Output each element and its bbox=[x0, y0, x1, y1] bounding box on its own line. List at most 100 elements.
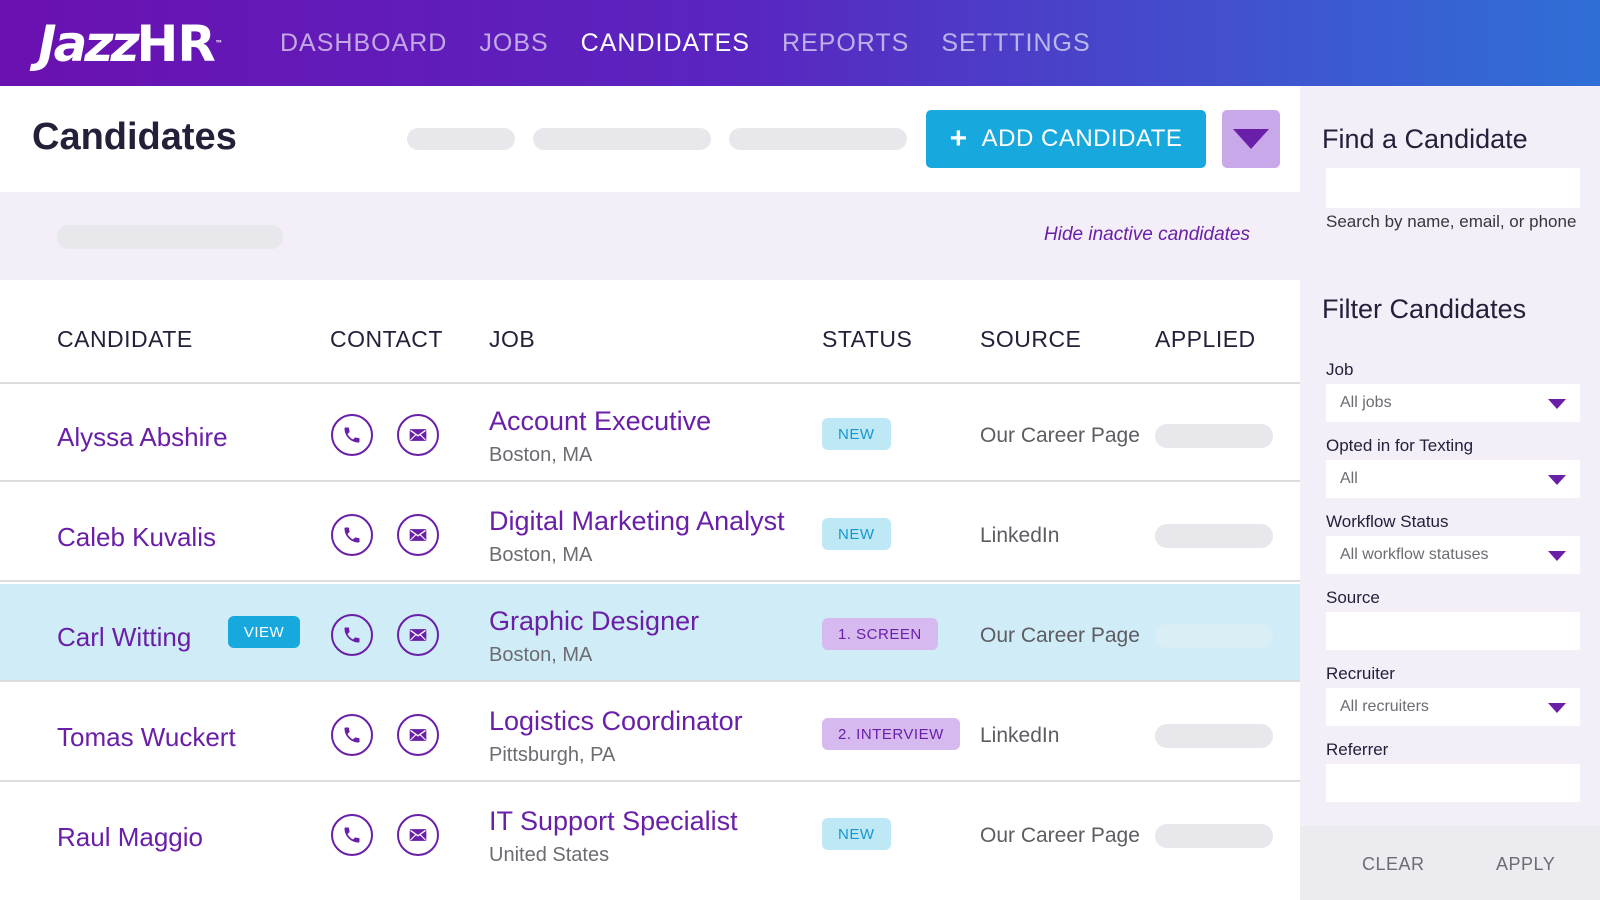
filter-panel-footer: CLEAR APPLY bbox=[1300, 826, 1600, 900]
job-location: Boston, MA bbox=[489, 544, 593, 566]
col-applied[interactable]: APPLIED bbox=[1155, 326, 1256, 353]
texting-filter-select[interactable]: All bbox=[1326, 460, 1580, 498]
candidate-name[interactable]: Alyssa Abshire bbox=[57, 422, 228, 453]
nav-jobs[interactable]: JOBS bbox=[479, 29, 548, 58]
source-text: Our Career Page bbox=[980, 424, 1140, 447]
job-location: Pittsburgh, PA bbox=[489, 744, 616, 766]
table-header: CANDIDATE CONTACT JOB STATUS SOURCE APPL… bbox=[0, 300, 1300, 384]
email-button[interactable] bbox=[397, 614, 439, 656]
job-filter-select[interactable]: All jobs bbox=[1326, 384, 1580, 422]
logo-tm: ™ bbox=[214, 39, 223, 48]
chevron-down-icon bbox=[1548, 703, 1566, 713]
phone-icon bbox=[344, 427, 360, 443]
job-title[interactable]: IT Support Specialist bbox=[489, 806, 738, 837]
phone-button[interactable] bbox=[331, 814, 373, 856]
search-hint: Search by name, email, or phone bbox=[1326, 212, 1577, 231]
chevron-down-icon bbox=[1233, 129, 1269, 149]
email-button[interactable] bbox=[397, 714, 439, 756]
candidate-name[interactable]: Caleb Kuvalis bbox=[57, 522, 216, 553]
logo-hr: HR bbox=[136, 15, 216, 73]
candidate-name[interactable]: Tomas Wuckert bbox=[57, 722, 236, 753]
candidate-search-input[interactable] bbox=[1326, 168, 1580, 208]
referrer-filter-input[interactable] bbox=[1326, 764, 1580, 802]
email-button[interactable] bbox=[397, 814, 439, 856]
job-location: Boston, MA bbox=[489, 444, 593, 466]
texting-filter-label: Opted in for Texting bbox=[1326, 436, 1474, 455]
phone-button[interactable] bbox=[331, 514, 373, 556]
job-title[interactable]: Graphic Designer bbox=[489, 606, 699, 637]
placeholder-bar bbox=[533, 128, 711, 150]
table-row[interactable]: Raul Maggio IT Support Specialist United… bbox=[0, 784, 1300, 882]
apply-filters-button[interactable]: APPLY bbox=[1496, 854, 1555, 875]
add-candidate-label: ADD CANDIDATE bbox=[981, 125, 1183, 152]
filter-strip: Hide inactive candidates bbox=[0, 192, 1300, 280]
job-filter-value: All jobs bbox=[1340, 394, 1392, 411]
mail-icon bbox=[409, 729, 427, 741]
candidate-name[interactable]: Carl Witting bbox=[57, 622, 191, 653]
col-job[interactable]: JOB bbox=[489, 326, 535, 353]
mail-icon bbox=[409, 429, 427, 441]
mail-icon bbox=[409, 629, 427, 641]
table-row[interactable]: Carl Witting VIEW Graphic Designer Bosto… bbox=[0, 584, 1300, 682]
nav-dashboard[interactable]: DASHBOARD bbox=[280, 29, 447, 58]
email-button[interactable] bbox=[397, 414, 439, 456]
recruiter-filter-value: All recruiters bbox=[1340, 698, 1429, 715]
status-badge: 2. INTERVIEW bbox=[822, 718, 960, 750]
filter-candidates-title: Filter Candidates bbox=[1322, 294, 1527, 324]
candidate-name[interactable]: Raul Maggio bbox=[57, 822, 203, 853]
job-location: United States bbox=[489, 844, 610, 866]
clear-filters-button[interactable]: CLEAR bbox=[1362, 854, 1425, 875]
filter-panel: Find a Candidate Search by name, email, … bbox=[1300, 86, 1600, 900]
workflow-filter-value: All workflow statuses bbox=[1340, 546, 1489, 563]
logo-jazz: Jazz bbox=[38, 15, 140, 73]
col-candidate[interactable]: CANDIDATE bbox=[57, 326, 193, 353]
applied-placeholder bbox=[1155, 424, 1273, 448]
table-row[interactable]: Tomas Wuckert Logistics Coordinator Pitt… bbox=[0, 684, 1300, 782]
phone-icon bbox=[344, 827, 360, 843]
col-contact: CONTACT bbox=[330, 326, 443, 352]
job-filter-label: Job bbox=[1326, 360, 1354, 379]
plus-icon: + bbox=[949, 122, 968, 155]
mail-icon bbox=[409, 829, 427, 841]
find-candidate-title: Find a Candidate bbox=[1322, 124, 1528, 154]
status-badge: NEW bbox=[822, 518, 891, 550]
table-row[interactable]: Alyssa Abshire Account Executive Boston,… bbox=[0, 384, 1300, 482]
jazzhr-logo[interactable]: JazzHR™ bbox=[38, 14, 223, 74]
job-title[interactable]: Digital Marketing Analyst bbox=[489, 506, 785, 537]
phone-button[interactable] bbox=[331, 414, 373, 456]
source-text: Our Career Page bbox=[980, 624, 1140, 647]
email-button[interactable] bbox=[397, 514, 439, 556]
phone-icon bbox=[344, 727, 360, 743]
source-filter-input[interactable] bbox=[1326, 612, 1580, 650]
job-title[interactable]: Logistics Coordinator bbox=[489, 706, 743, 737]
workflow-filter-select[interactable]: All workflow statuses bbox=[1326, 536, 1580, 574]
placeholder-bar bbox=[407, 128, 515, 150]
applied-placeholder bbox=[1155, 624, 1273, 648]
job-location: Boston, MA bbox=[489, 644, 593, 666]
table-row[interactable]: Caleb Kuvalis Digital Marketing Analyst … bbox=[0, 484, 1300, 582]
texting-filter-value: All bbox=[1340, 470, 1358, 487]
nav-settings[interactable]: SETTTINGS bbox=[941, 29, 1090, 58]
phone-button[interactable] bbox=[331, 614, 373, 656]
job-title[interactable]: Account Executive bbox=[489, 406, 711, 437]
workflow-filter-label: Workflow Status bbox=[1326, 512, 1449, 531]
applied-placeholder bbox=[1155, 824, 1273, 848]
applied-placeholder bbox=[1155, 724, 1273, 748]
more-actions-dropdown[interactable] bbox=[1222, 110, 1280, 168]
recruiter-filter-select[interactable]: All recruiters bbox=[1326, 688, 1580, 726]
col-source[interactable]: SOURCE bbox=[980, 326, 1081, 353]
placeholder-bar bbox=[729, 128, 907, 150]
view-candidate-button[interactable]: VIEW bbox=[228, 616, 300, 648]
add-candidate-button[interactable]: + ADD CANDIDATE bbox=[926, 110, 1206, 168]
hide-inactive-link[interactable]: Hide inactive candidates bbox=[1044, 224, 1250, 246]
recruiter-filter-label: Recruiter bbox=[1326, 664, 1395, 683]
chevron-down-icon bbox=[1548, 475, 1566, 485]
referrer-filter-label: Referrer bbox=[1326, 740, 1389, 759]
col-status[interactable]: STATUS bbox=[822, 326, 912, 353]
main-nav: DASHBOARD JOBS CANDIDATES REPORTS SETTTI… bbox=[280, 0, 1123, 86]
source-filter-label: Source bbox=[1326, 588, 1380, 607]
nav-candidates[interactable]: CANDIDATES bbox=[581, 29, 750, 58]
phone-button[interactable] bbox=[331, 714, 373, 756]
status-badge: NEW bbox=[822, 818, 891, 850]
nav-reports[interactable]: REPORTS bbox=[782, 29, 909, 58]
